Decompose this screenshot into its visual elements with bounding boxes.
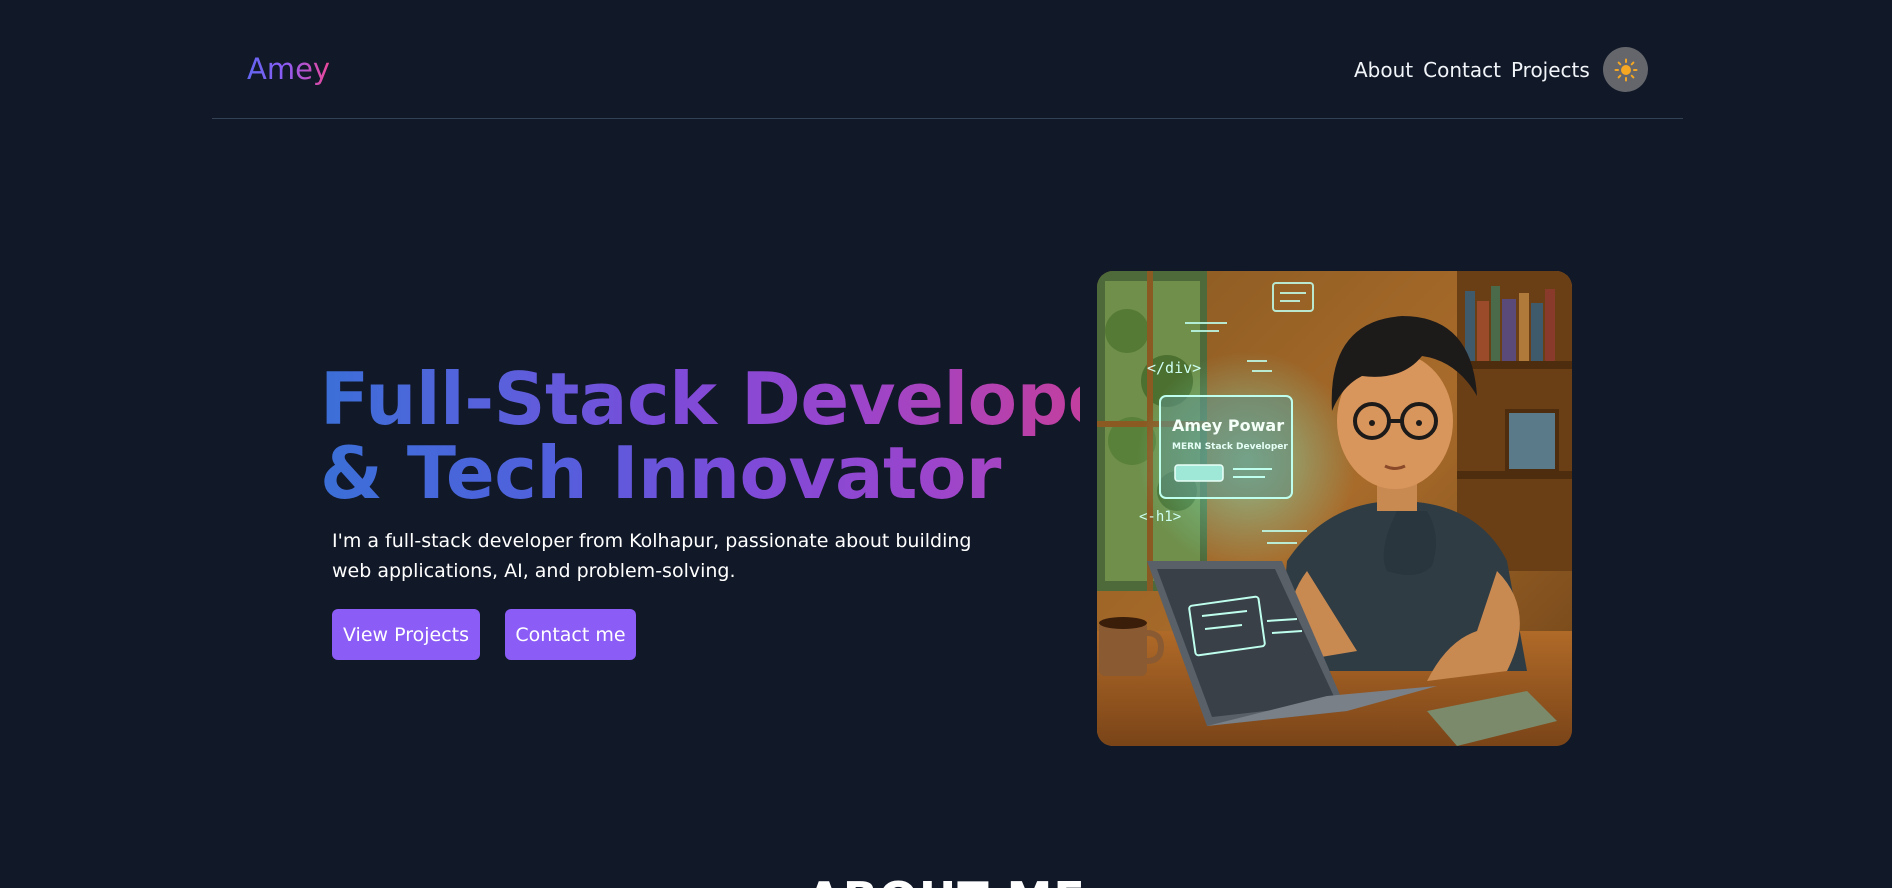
hero-illustration: </div> <-h1> Amey Powar MERN Stack Devel… (1097, 271, 1572, 746)
code-tag-div: </div> (1147, 359, 1201, 377)
hero-title: Full-Stack Developer & Tech Innovator (320, 357, 1151, 510)
card-name: Amey Powar (1172, 416, 1284, 435)
hero-title-line-2: & Tech Innovator (320, 436, 1080, 510)
profile-card-illustration: Amey Powar MERN Stack Developer (1159, 395, 1293, 499)
navbar: Amey About Contact Projects (212, 0, 1683, 119)
card-role: MERN Stack Developer (1172, 442, 1288, 452)
sun-icon (1614, 58, 1637, 81)
theme-toggle-button[interactable] (1603, 47, 1648, 92)
code-tag-h1: <-h1> (1139, 509, 1181, 525)
nav-link-contact[interactable]: Contact (1423, 57, 1501, 83)
nav-links: About Contact Projects (1354, 57, 1590, 83)
brand-logo[interactable]: Amey (247, 52, 330, 86)
hero-description: I'm a full-stack developer from Kolhapur… (332, 530, 972, 582)
nav-link-about[interactable]: About (1354, 57, 1413, 83)
view-projects-button[interactable]: View Projects (332, 609, 480, 660)
contact-me-button[interactable]: Contact me (505, 609, 636, 660)
about-section-title: ABOUT ME (0, 872, 1892, 888)
hero-title-line-1: Full-Stack Developer (320, 357, 1151, 441)
nav-link-projects[interactable]: Projects (1511, 57, 1590, 83)
page: Amey About Contact Projects Full-Stack D… (0, 0, 1892, 888)
